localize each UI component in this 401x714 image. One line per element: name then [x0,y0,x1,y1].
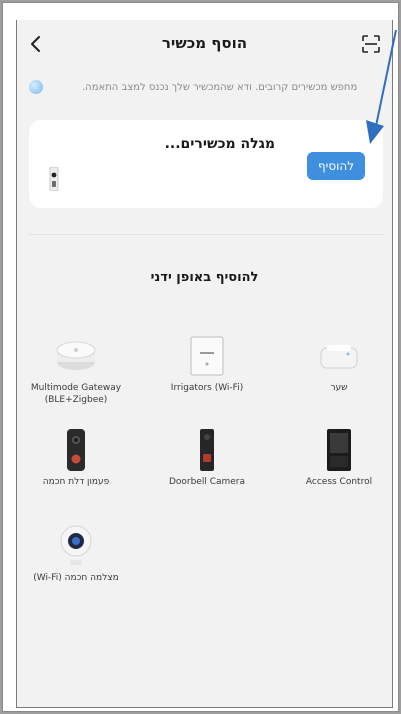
device-item-smart-doorbell[interactable]: פעמון דלת חכמה [26,428,126,488]
add-device-screen: הוסף מכשיר מחפש מכשירים קרובים. ודא שהמכ… [16,20,393,708]
device-label: Doorbell Camera [168,477,246,487]
irrigator-icon [190,336,224,376]
discovering-title: מגלה מכשירים... [164,136,275,152]
loading-spinner-icon [29,80,43,94]
smart-doorbell-icon [67,429,85,471]
manual-add-title: להוסיף באופן ידני [150,270,259,285]
search-status-row: מחפש מכשירים קרובים. ודא שהמכשיר שלך נכנ… [17,78,392,100]
device-label: Irrigators (Wi-Fi) [170,383,244,393]
device-item-multimode-gateway[interactable]: Multimode Gateway (BLE+Zigbee) [26,334,126,406]
discovering-card: מגלה מכשירים... להוסיף [29,120,383,208]
search-status-text: מחפש מכשירים קרובים. ודא שהמכשיר שלך נכנ… [82,82,358,93]
gateway-icon [56,341,96,370]
device-item-irrigators[interactable]: Irrigators (Wi-Fi) [157,334,257,394]
device-item-smart-camera[interactable]: מצלמה חכמה (Wi-Fi) [26,524,126,584]
gate-hub-icon [320,345,358,369]
add-button[interactable]: להוסיף [307,152,365,180]
device-item-gate[interactable]: שער [289,334,389,394]
device-label: שער [330,383,348,393]
scan-icon[interactable] [362,35,380,53]
device-label: Multimode Gateway (BLE+Zigbee) [30,383,122,405]
smart-camera-icon [60,525,92,565]
doorbell-camera-icon [200,429,214,471]
access-control-icon [327,429,351,471]
header: הוסף מכשיר [17,20,392,68]
section-divider [29,234,385,235]
device-label: פעמון דלת חכמה [42,477,110,487]
device-item-access-control[interactable]: Access Control [289,428,389,488]
device-label: מצלמה חכמה (Wi-Fi) [33,573,119,583]
device-label: Access Control [305,477,373,487]
discovered-device-icon[interactable] [49,167,59,191]
device-item-doorbell-camera[interactable]: Doorbell Camera [157,428,257,488]
page-title: הוסף מכשיר [161,34,248,52]
